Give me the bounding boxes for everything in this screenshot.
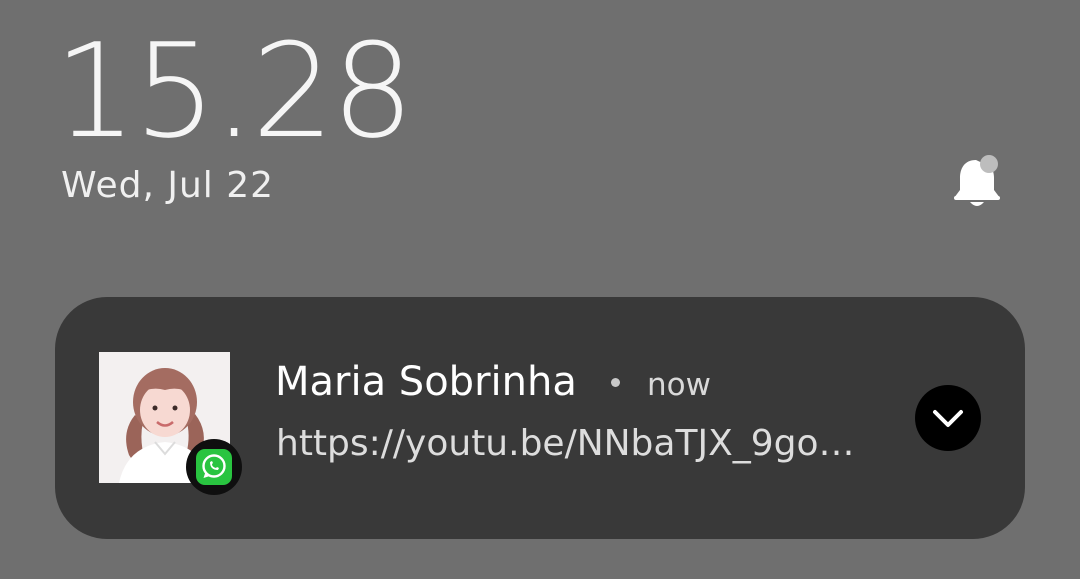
notification-message[interactable]: https://youtu.be/NNbaTJX_9go… xyxy=(276,421,886,467)
notification-sender: Maria Sobrinha xyxy=(275,359,577,405)
whatsapp-icon xyxy=(202,454,226,478)
notification-card[interactable]: Maria Sobrinha now https://youtu.be/NNba… xyxy=(55,297,1025,539)
notification-bell-icon[interactable] xyxy=(950,150,1006,212)
chevron-down-icon xyxy=(933,410,963,427)
lockscreen-clock: 15.28 xyxy=(54,15,414,167)
lockscreen-date: Wed, Jul 22 xyxy=(61,165,275,206)
separator-dot xyxy=(611,378,620,387)
whatsapp-badge xyxy=(186,439,242,495)
expand-button[interactable] xyxy=(915,385,981,451)
notification-time: now xyxy=(647,367,711,403)
